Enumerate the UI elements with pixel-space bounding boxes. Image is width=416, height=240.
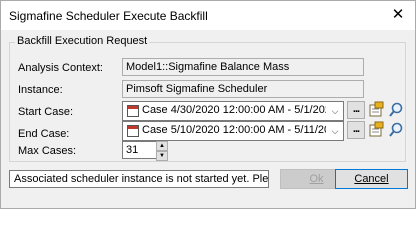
instance-value: Pimsoft Sigmafine Scheduler	[122, 80, 364, 98]
dialog-window: Sigmafine Scheduler Execute Backfill ✕ B…	[0, 0, 416, 209]
start-case-value: Case 4/30/2020 12:00:00 AM - 5/1/2020 12…	[142, 104, 326, 116]
cancel-button[interactable]: Cancel	[335, 169, 408, 189]
ok-button-label: Ok	[309, 173, 324, 185]
chevron-down-icon[interactable]: ⌵	[329, 124, 341, 138]
max-cases-stepper[interactable]: ▲ ▼	[156, 141, 168, 161]
close-icon[interactable]: ✕	[387, 5, 409, 25]
calendar-icon	[127, 125, 139, 137]
window-title: Sigmafine Scheduler Execute Backfill	[9, 9, 208, 23]
title-bar[interactable]: Sigmafine Scheduler Execute Backfill ✕	[1, 1, 415, 30]
end-case-browse-button[interactable]: ...	[347, 121, 365, 139]
end-case-value: Case 5/10/2020 12:00:00 AM - 5/11/2020 1…	[142, 124, 326, 136]
properties-icon[interactable]	[367, 121, 385, 139]
end-case-dropdown[interactable]: Case 5/10/2020 12:00:00 AM - 5/11/2020 1…	[122, 121, 344, 141]
chevron-down-icon[interactable]: ⌵	[329, 104, 341, 118]
status-message: Associated scheduler instance is not sta…	[9, 170, 269, 188]
end-case-label: End Case:	[18, 128, 70, 140]
start-case-browse-button[interactable]: ...	[347, 101, 365, 119]
group-legend: Backfill Execution Request	[15, 35, 150, 47]
max-cases-input[interactable]: 31	[122, 141, 160, 159]
cancel-button-label: Cancel	[354, 173, 389, 185]
calendar-icon	[127, 105, 139, 117]
start-case-label: Start Case:	[18, 106, 74, 118]
max-cases-label: Max Cases:	[18, 145, 77, 157]
analysis-context-value: Model1::Sigmafine Balance Mass	[122, 58, 364, 76]
properties-icon[interactable]	[367, 101, 385, 119]
magnifier-icon[interactable]	[387, 121, 405, 139]
start-case-dropdown[interactable]: Case 4/30/2020 12:00:00 AM - 5/1/2020 12…	[122, 101, 344, 121]
magnifier-icon[interactable]	[387, 101, 405, 119]
stepper-up-icon[interactable]: ▲	[156, 141, 168, 151]
stepper-down-icon[interactable]: ▼	[156, 151, 168, 161]
analysis-context-label: Analysis Context:	[18, 62, 103, 74]
instance-label: Instance:	[18, 84, 63, 96]
